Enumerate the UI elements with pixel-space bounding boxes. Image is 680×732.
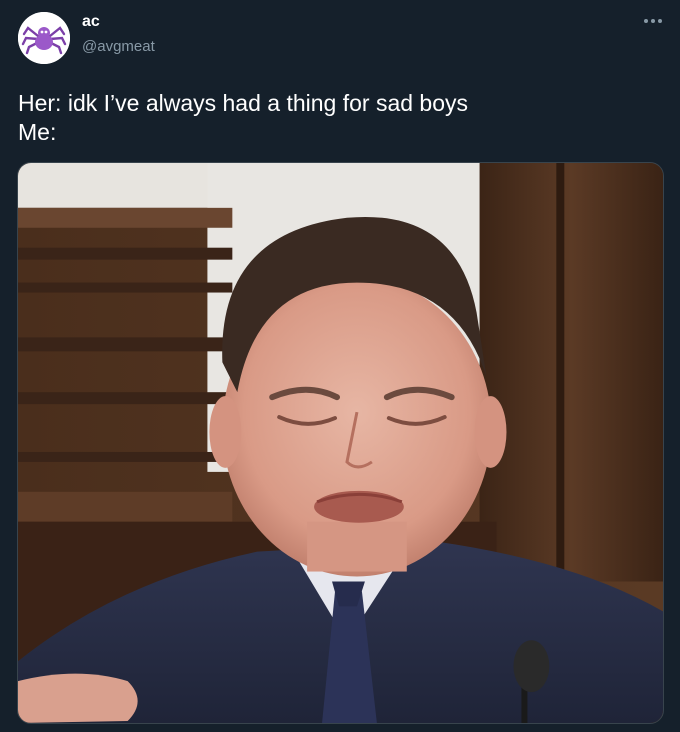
author-display-name[interactable]: ac <box>82 13 100 31</box>
author-handle[interactable]: @avgmeat <box>82 38 155 55</box>
tweet-text-line: Me: <box>18 119 57 145</box>
tweet-text: Her: idk I’ve always had a thing for sad… <box>18 89 658 147</box>
tweet-card: ac @avgmeat Her: idk I’ve always had a t… <box>0 0 680 732</box>
tweet-text-line: Her: idk I’ve always had a thing for sad… <box>18 90 469 116</box>
tweet-photo[interactable] <box>17 162 664 724</box>
spider-icon <box>18 12 70 64</box>
crying-man-photo <box>18 163 663 723</box>
more-options-icon[interactable] <box>640 8 666 34</box>
author-avatar[interactable] <box>18 12 70 64</box>
